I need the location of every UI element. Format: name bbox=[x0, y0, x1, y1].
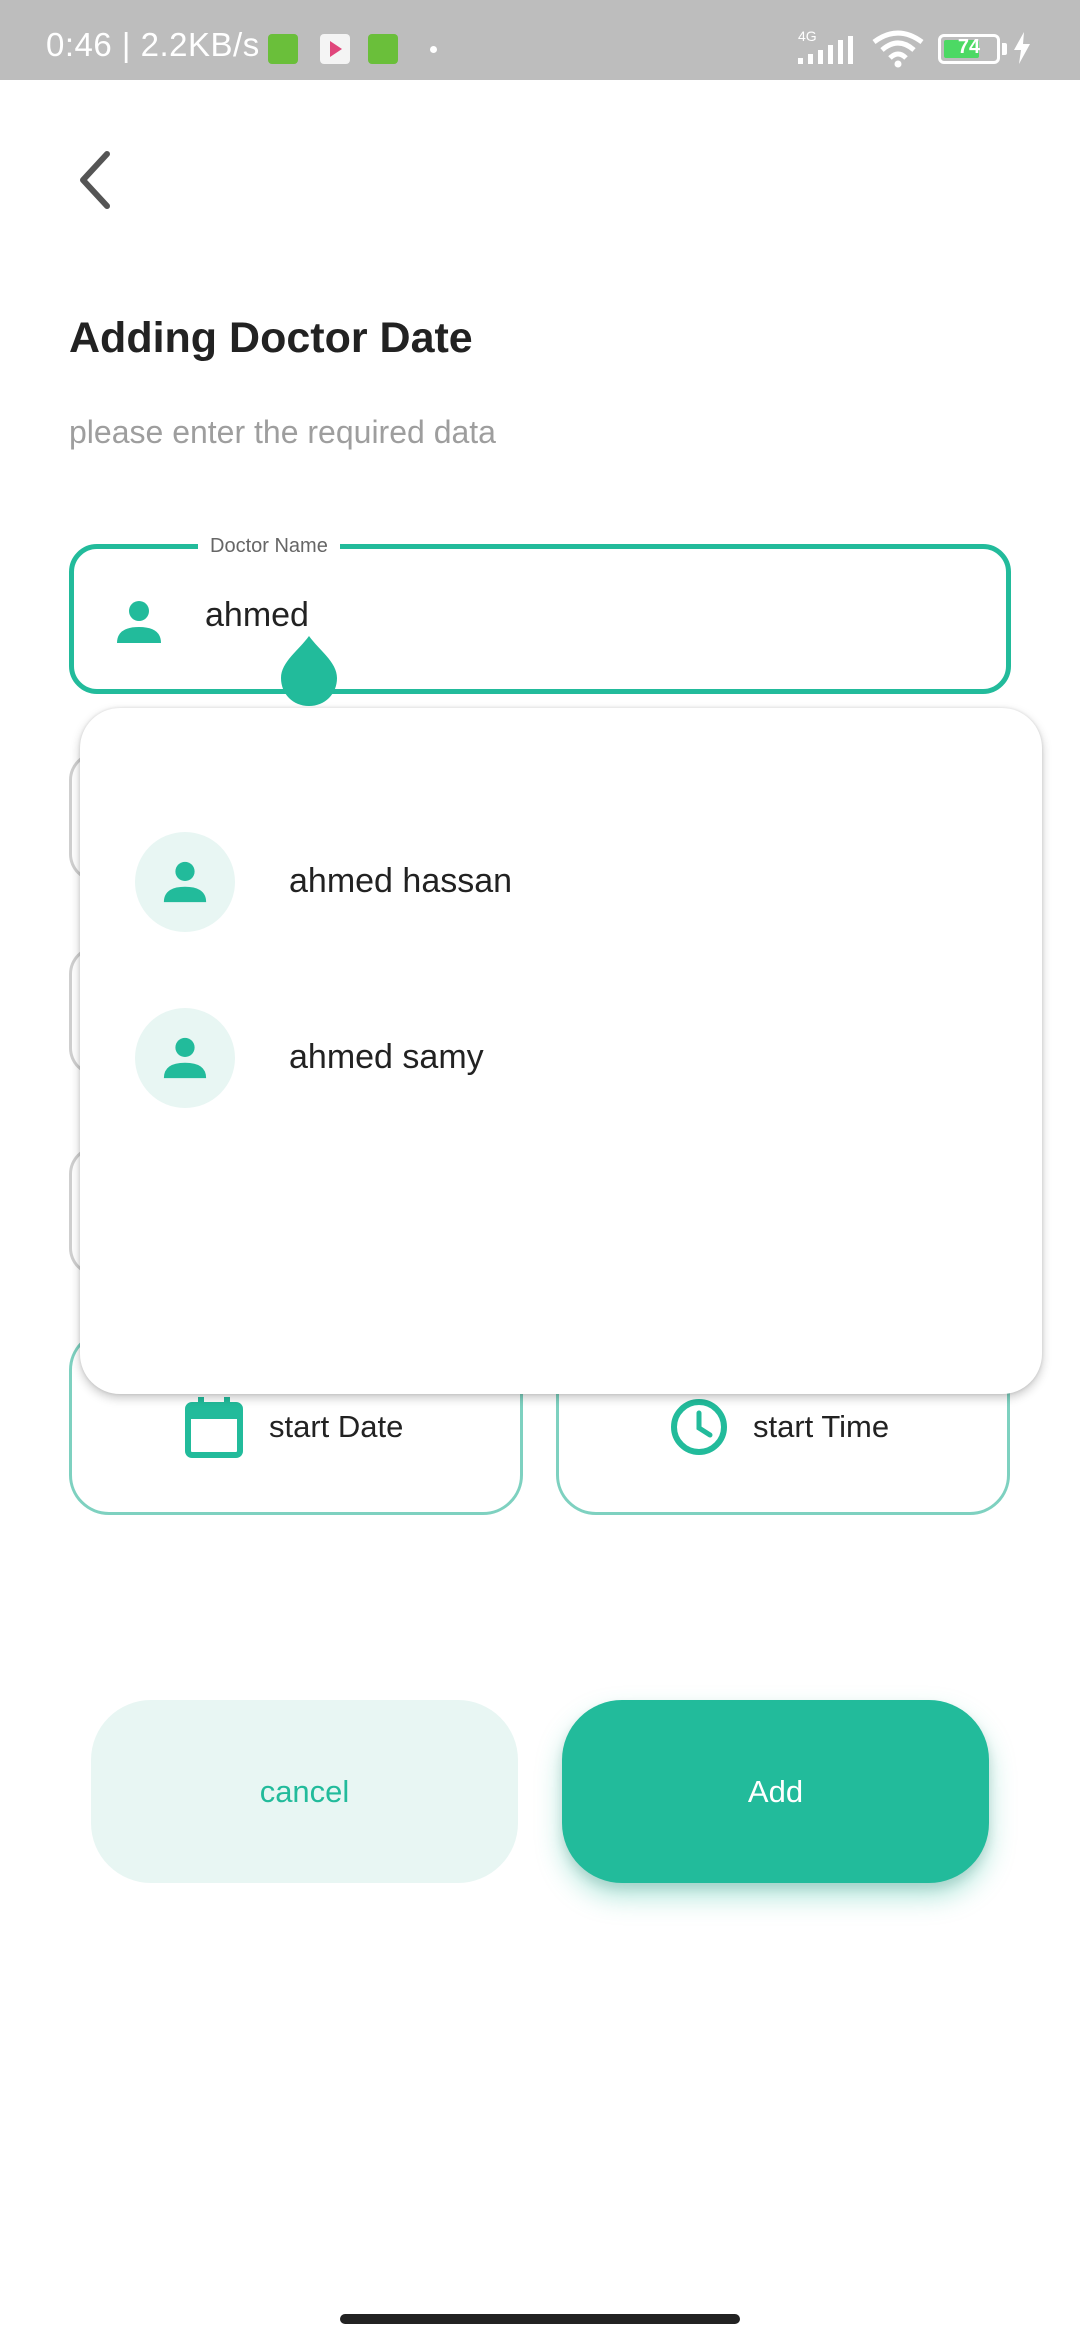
doctor-name-input[interactable]: ahmed bbox=[205, 596, 309, 635]
doctor-name-field[interactable]: Doctor Name ahmed bbox=[69, 533, 1011, 694]
start-time-label: start Time bbox=[753, 1409, 890, 1444]
signal-icon bbox=[798, 36, 853, 64]
add-button[interactable]: Add bbox=[562, 1700, 989, 1883]
person-icon bbox=[135, 832, 235, 932]
person-icon bbox=[135, 1008, 235, 1108]
doctor-name-label: Doctor Name bbox=[198, 533, 340, 559]
play-store-icon bbox=[320, 34, 350, 64]
suggestion-item[interactable]: ahmed samy bbox=[80, 982, 1042, 1132]
notification-app-icon bbox=[268, 34, 298, 64]
more-notifications-icon bbox=[430, 46, 437, 53]
chevron-left-icon bbox=[80, 151, 110, 209]
suggestion-item[interactable]: ahmed hassan bbox=[80, 806, 1042, 956]
battery-icon: 74 bbox=[938, 34, 1000, 64]
status-time: 0:46 | 2.2KB/s bbox=[46, 26, 260, 63]
page-title: Adding Doctor Date bbox=[69, 314, 473, 362]
status-bar: 0:46 | 2.2KB/s 4G 74 bbox=[0, 0, 1080, 80]
battery-level: 74 bbox=[957, 36, 981, 58]
start-date-label: start Date bbox=[269, 1409, 404, 1444]
calendar-icon bbox=[184, 1397, 244, 1464]
notification-app-icon bbox=[368, 34, 398, 64]
suggestion-name: ahmed hassan bbox=[289, 862, 513, 900]
back-button[interactable] bbox=[60, 140, 130, 220]
page-subtitle: please enter the required data bbox=[69, 414, 496, 450]
cancel-button[interactable]: cancel bbox=[91, 1700, 518, 1883]
text-cursor-handle[interactable] bbox=[279, 636, 339, 706]
clock-icon bbox=[669, 1397, 729, 1462]
charging-icon bbox=[1014, 32, 1030, 64]
home-indicator[interactable] bbox=[340, 2314, 740, 2324]
wifi-icon bbox=[872, 30, 924, 68]
doctor-suggestions-dropdown: ahmed hassan ahmed samy bbox=[80, 708, 1042, 1394]
suggestion-name: ahmed samy bbox=[289, 1038, 484, 1076]
person-icon bbox=[114, 597, 164, 652]
